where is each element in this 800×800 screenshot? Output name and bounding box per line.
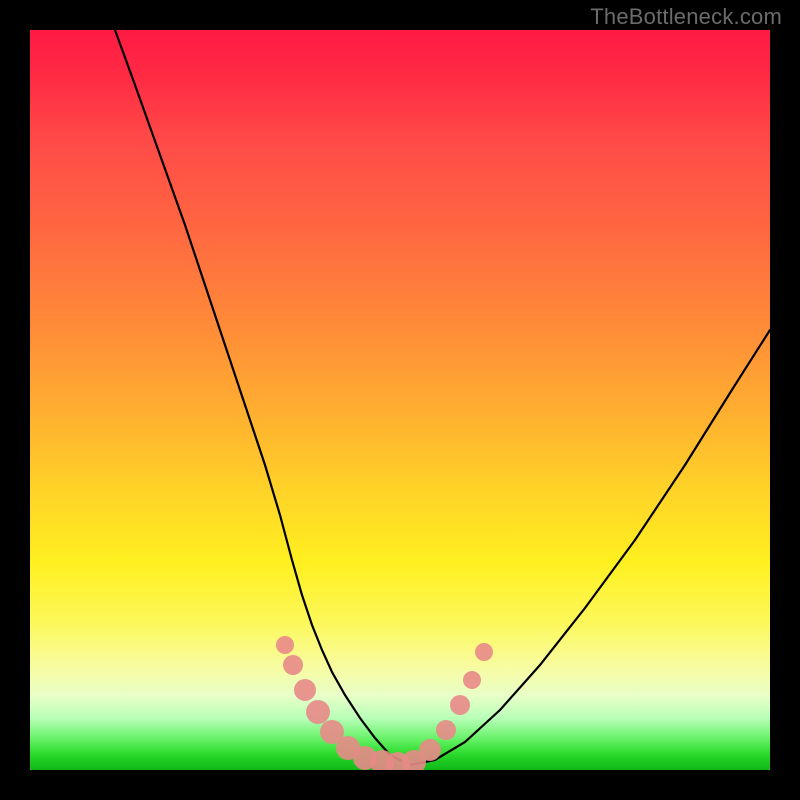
bottleneck-curve — [115, 30, 770, 765]
left-bead-4 — [306, 700, 330, 724]
right-bead-3 — [450, 695, 470, 715]
watermark-text: TheBottleneck.com — [590, 4, 782, 30]
right-bead-5 — [475, 643, 493, 661]
left-bead-2 — [283, 655, 303, 675]
chart-frame: TheBottleneck.com — [0, 0, 800, 800]
right-bead-2 — [436, 720, 456, 740]
right-bead-1 — [419, 739, 441, 761]
right-bead-4 — [463, 671, 481, 689]
chart-svg — [30, 30, 770, 770]
curve-group — [115, 30, 770, 765]
left-bead-1 — [276, 636, 294, 654]
left-bead-3 — [294, 679, 316, 701]
